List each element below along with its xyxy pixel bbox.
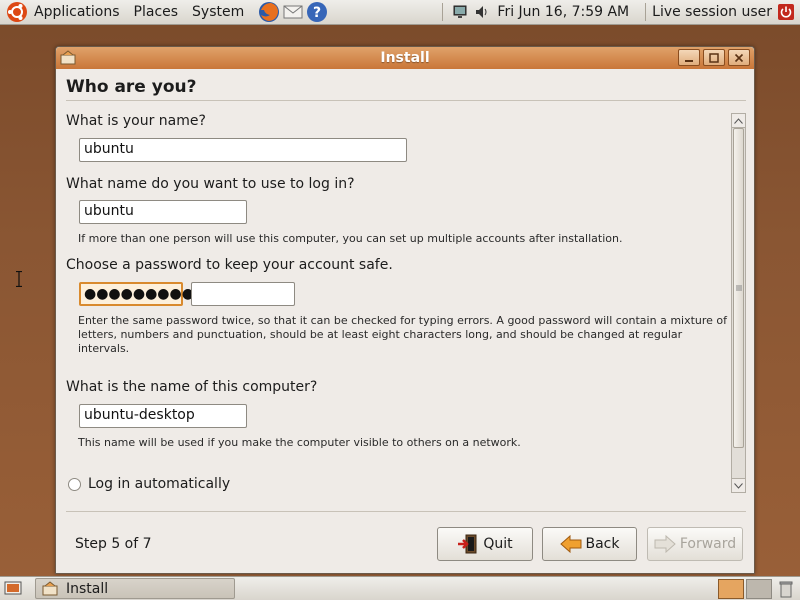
forward-button[interactable]: Forward [647, 527, 743, 561]
grip-icon [735, 285, 742, 291]
login-question: What name do you want to use to log in? [66, 176, 355, 192]
workspace-2[interactable] [746, 579, 772, 599]
menu-system[interactable]: System [192, 4, 244, 20]
window-titlebar[interactable]: Install [56, 47, 754, 69]
firefox-icon[interactable] [258, 1, 280, 23]
name-question: What is your name? [66, 113, 206, 129]
quit-icon [458, 534, 477, 554]
installer-icon[interactable] [60, 50, 76, 66]
arrow-left-icon [559, 535, 581, 553]
workspace-1[interactable] [718, 579, 744, 599]
step-indicator: Step 5 of 7 [75, 536, 152, 552]
network-icon[interactable] [452, 4, 468, 20]
quit-button[interactable]: Quit [437, 527, 533, 561]
menu-applications[interactable]: Applications [34, 4, 120, 20]
svg-text:?: ? [313, 5, 321, 21]
menu-places[interactable]: Places [134, 4, 179, 20]
forward-label: Forward [679, 536, 737, 552]
chevron-down-icon [734, 482, 743, 489]
user-label[interactable]: Live session user [652, 4, 772, 20]
window-title: Install [380, 50, 430, 66]
page-heading: Who are you? [66, 77, 197, 97]
login-hint: If more than one person will use this co… [78, 232, 623, 245]
auto-login-label: Log in automatically [88, 476, 231, 492]
text-cursor-icon [16, 271, 22, 287]
password-hint: Enter the same password twice, so that i… [78, 314, 728, 355]
bottom-panel: Install [0, 576, 800, 600]
ubuntu-logo-icon[interactable] [6, 1, 28, 23]
panel-separator [442, 3, 444, 21]
panel-separator [645, 3, 647, 21]
minimize-button[interactable] [678, 49, 700, 66]
computer-name-input[interactable]: ubuntu-desktop [79, 404, 247, 428]
password-confirm-input[interactable] [191, 282, 295, 306]
show-desktop-icon[interactable] [4, 581, 22, 597]
help-icon[interactable]: ? [306, 1, 328, 23]
minimize-icon [685, 59, 693, 62]
mail-icon[interactable] [282, 1, 304, 23]
scroll-thumb[interactable] [733, 128, 744, 448]
scroll-down-button[interactable] [732, 478, 745, 492]
maximize-button[interactable] [703, 49, 725, 66]
power-icon[interactable] [778, 4, 794, 20]
installer-icon [42, 580, 58, 595]
divider [66, 511, 746, 512]
scrollbar[interactable] [731, 113, 746, 493]
arrow-right-icon [654, 535, 676, 553]
taskbar-install-label: Install [66, 580, 109, 597]
close-icon [734, 53, 744, 62]
back-button[interactable]: Back [542, 527, 637, 561]
divider [66, 100, 746, 101]
auto-login-radio[interactable] [68, 477, 81, 491]
close-button[interactable] [728, 49, 750, 66]
taskbar-install-button[interactable]: Install [35, 578, 235, 599]
password-question: Choose a password to keep your account s… [66, 257, 393, 273]
password-input[interactable]: ●●●●●●●●● [79, 282, 194, 306]
computer-hint: This name will be used if you make the c… [78, 436, 521, 449]
maximize-icon [709, 52, 719, 63]
login-input[interactable]: ubuntu [79, 200, 247, 224]
scroll-up-button[interactable] [732, 114, 745, 128]
auto-login-option[interactable]: Log in automatically [68, 476, 230, 492]
quit-label: Quit [483, 536, 513, 552]
form-area: What is your name? ubuntu What name do y… [56, 107, 756, 537]
top-panel: Applications Places System ? Fri Jun 16,… [0, 0, 800, 25]
computer-question: What is the name of this computer? [66, 379, 318, 395]
install-window: Install Who are you? What is your name? … [55, 46, 755, 574]
name-input[interactable]: ubuntu [79, 138, 407, 162]
trash-icon[interactable] [778, 580, 794, 598]
back-label: Back [585, 536, 620, 552]
chevron-up-icon [734, 117, 743, 124]
volume-icon[interactable] [474, 4, 490, 20]
clock[interactable]: Fri Jun 16, 7:59 AM [497, 4, 629, 20]
